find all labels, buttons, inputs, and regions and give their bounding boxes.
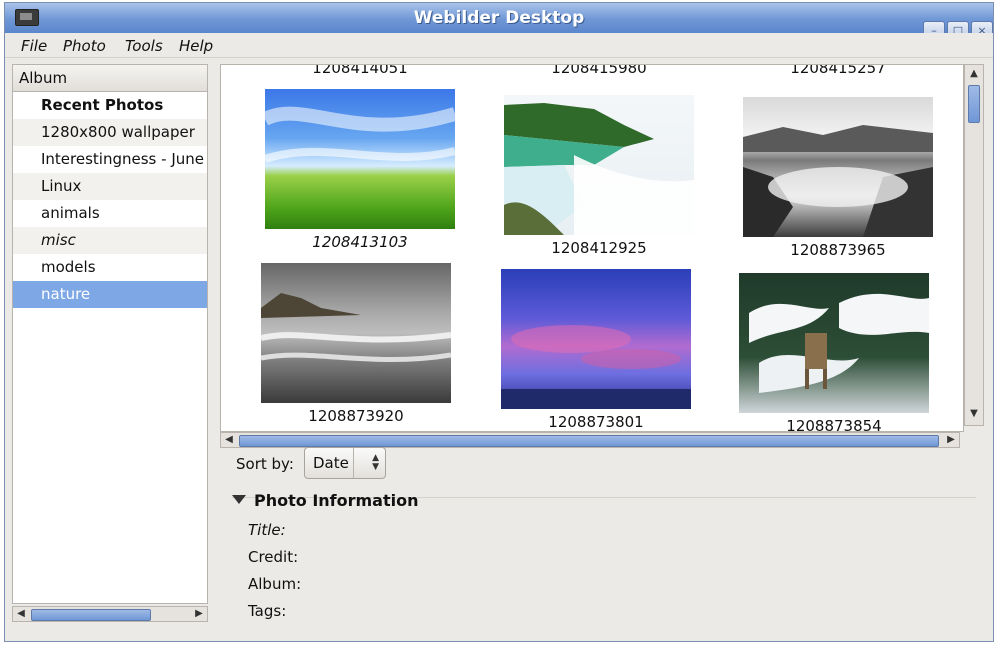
scroll-thumb[interactable]	[968, 85, 980, 123]
thumbnail-caption: 1208412925	[551, 239, 647, 257]
select-divider	[353, 448, 354, 478]
sort-by-select[interactable]: Date ▲ ▼	[304, 447, 386, 479]
album-item-1280x800-wallpaper[interactable]: 1280x800 wallpaper	[13, 119, 207, 146]
scroll-left-arrow-icon[interactable]: ◀	[221, 433, 237, 447]
album-item-nature[interactable]: nature	[13, 281, 207, 308]
scroll-right-arrow-icon[interactable]: ▶	[943, 433, 959, 447]
thumbnail-caption: 1208873801	[548, 413, 644, 431]
album-sidebar: Album Recent Photos 1280x800 wallpaper I…	[12, 64, 208, 624]
album-horizontal-scrollbar[interactable]: ◀ ▶	[12, 606, 208, 622]
thumbnail-caption: 1208413103	[312, 233, 408, 251]
thumbnail-caption: 1208873965	[790, 241, 886, 259]
window-title: Webilder Desktop	[413, 8, 585, 28]
thumbnail-caption: 1208873854	[786, 417, 882, 432]
grass-field-image[interactable]	[265, 89, 455, 229]
photo-thumbnail[interactable]: 1208413103	[265, 89, 455, 251]
scroll-up-arrow-icon[interactable]: ▲	[966, 67, 982, 81]
gallery-vertical-scrollbar[interactable]: ▲ ▼	[964, 64, 984, 426]
thumbnail-caption: 1208415980	[551, 64, 647, 77]
photo-info-header[interactable]: Photo Information	[254, 491, 419, 510]
sort-by-label: Sort by:	[236, 455, 294, 473]
menu-bar: File Photo Tools Help	[5, 33, 993, 58]
album-column-header[interactable]: Album	[12, 64, 208, 92]
photo-thumbnail[interactable]: 1208873854	[739, 273, 929, 432]
photo-thumbnail[interactable]: 1208412925	[504, 95, 694, 257]
photo-info-album-label: Album:	[248, 575, 302, 593]
waterfall-image[interactable]	[504, 95, 694, 235]
sort-by-value: Date	[313, 454, 349, 472]
album-item-recent-photos[interactable]: Recent Photos	[13, 92, 207, 119]
thumbnail-caption: 1208873920	[308, 407, 404, 425]
photo-info-title-label: Title:	[248, 521, 286, 539]
menu-photo[interactable]: Photo	[63, 37, 106, 55]
scroll-down-arrow-icon[interactable]: ▼	[966, 407, 982, 421]
scroll-thumb[interactable]	[31, 609, 151, 621]
scroll-right-arrow-icon[interactable]: ▶	[191, 607, 207, 621]
title-bar[interactable]: Webilder Desktop – □ ×	[5, 3, 993, 41]
menu-tools[interactable]: Tools	[125, 37, 163, 55]
album-item-animals[interactable]: animals	[13, 200, 207, 227]
purple-sky-image[interactable]	[501, 269, 691, 409]
photo-thumbnail[interactable]: 1208873965	[743, 97, 933, 259]
gallery-horizontal-scrollbar[interactable]: ◀ ▶	[220, 432, 960, 448]
photo-info-credit-label: Credit:	[248, 548, 299, 566]
menu-help[interactable]: Help	[179, 37, 213, 55]
scroll-left-arrow-icon[interactable]: ◀	[13, 607, 29, 621]
beach-waves-image[interactable]	[261, 263, 451, 403]
album-item-linux[interactable]: Linux	[13, 173, 207, 200]
thumbnail-caption: 1208415257	[790, 64, 886, 77]
collapse-triangle-icon[interactable]	[232, 495, 246, 504]
photo-gallery[interactable]: 1208414051 1208415980 1208415257 1208413…	[220, 64, 964, 432]
mountain-fog-image[interactable]	[743, 97, 933, 237]
snowy-deer-image[interactable]	[739, 273, 929, 413]
scroll-thumb[interactable]	[239, 435, 939, 447]
photo-info-tags-label: Tags:	[248, 602, 287, 620]
spin-arrows-icon: ▲ ▼	[372, 453, 379, 472]
menu-file[interactable]: File	[21, 37, 47, 55]
thumbnail-caption: 1208414051	[312, 64, 408, 77]
album-item-interestingness[interactable]: Interestingness - June	[13, 146, 207, 173]
album-list: Recent Photos 1280x800 wallpaper Interes…	[12, 92, 208, 604]
album-item-misc[interactable]: misc	[13, 227, 207, 254]
album-item-models[interactable]: models	[13, 254, 207, 281]
photo-thumbnail[interactable]: 1208873920	[261, 263, 451, 425]
photo-thumbnail[interactable]: 1208873801	[501, 269, 691, 431]
